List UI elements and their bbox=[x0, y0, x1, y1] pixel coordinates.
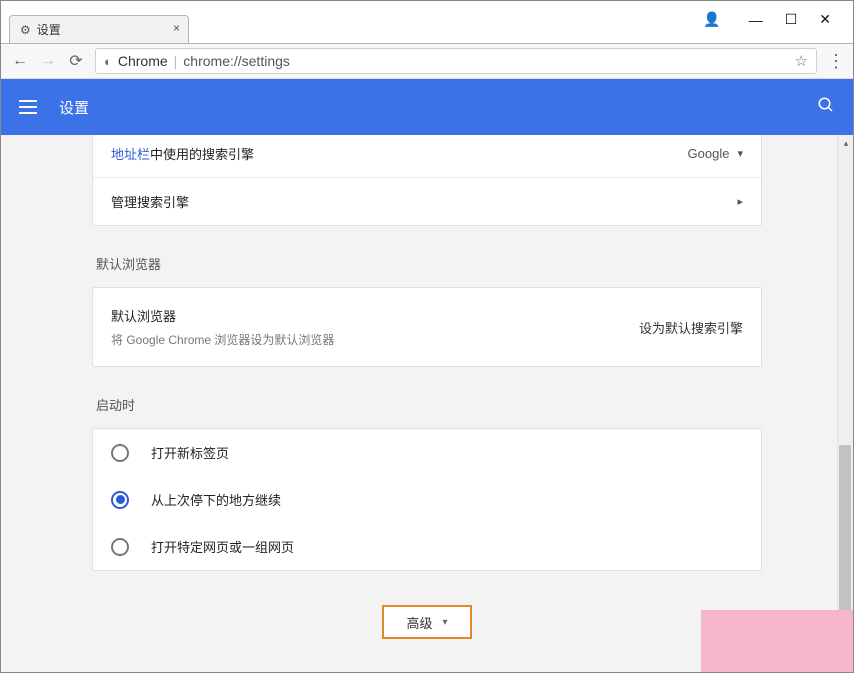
profile-avatar-icon[interactable]: 👤 bbox=[703, 11, 720, 28]
search-engine-dropdown[interactable]: Google ▾ bbox=[688, 146, 743, 161]
advanced-toggle-button[interactable]: 高级 ▾ bbox=[382, 605, 472, 639]
tab-title: 设置 bbox=[37, 21, 61, 38]
startup-option-label: 打开特定网页或一组网页 bbox=[151, 537, 294, 556]
search-engine-card: 地址栏中使用的搜索引擎 Google ▾ 管理搜索引擎 ▸ bbox=[92, 135, 762, 226]
default-browser-card: 默认浏览器 将 Google Chrome 浏览器设为默认浏览器 设为默认搜索引… bbox=[92, 287, 762, 367]
address-bar-link[interactable]: 地址栏 bbox=[111, 147, 150, 162]
omnibox-path: chrome://settings bbox=[183, 53, 290, 69]
window-titlebar: ⚙ 设置 × 👤 — ☐ ✕ bbox=[1, 1, 853, 43]
chevron-right-icon: ▸ bbox=[737, 195, 743, 208]
hamburger-icon[interactable] bbox=[19, 100, 37, 114]
radio-icon bbox=[111, 538, 129, 556]
radio-icon bbox=[111, 491, 129, 509]
default-browser-desc: 将 Google Chrome 浏览器设为默认浏览器 bbox=[111, 331, 334, 348]
tab-close-icon[interactable]: × bbox=[173, 21, 180, 35]
default-browser-subtitle: 默认浏览器 bbox=[111, 306, 334, 325]
chevron-down-icon: ▾ bbox=[442, 617, 447, 628]
site-info-icon[interactable]: ◐ bbox=[104, 54, 112, 69]
startup-card: 打开新标签页 从上次停下的地方继续 打开特定网页或一组网页 bbox=[92, 428, 762, 571]
startup-option-continue[interactable]: 从上次停下的地方继续 bbox=[93, 476, 761, 523]
toolbar: ← → ⟳ ◐ Chrome | chrome://settings ☆ ⋮ bbox=[1, 43, 853, 79]
settings-content: 地址栏中使用的搜索引擎 Google ▾ 管理搜索引擎 ▸ 默认浏览器 bbox=[1, 135, 853, 672]
settings-header: 设置 bbox=[1, 79, 853, 135]
window-minimize-button[interactable]: — bbox=[749, 12, 763, 28]
scrollbar-up-arrow[interactable]: ▴ bbox=[838, 135, 853, 151]
startup-option-label: 打开新标签页 bbox=[151, 443, 229, 462]
startup-section-label: 启动时 bbox=[96, 395, 758, 414]
nav-forward-button[interactable]: → bbox=[39, 52, 57, 70]
window-maximize-button[interactable]: ☐ bbox=[785, 11, 798, 28]
default-browser-row: 默认浏览器 将 Google Chrome 浏览器设为默认浏览器 设为默认搜索引… bbox=[93, 288, 761, 366]
search-engine-label-suffix: 中使用的搜索引擎 bbox=[150, 147, 254, 162]
omnibox-host: Chrome bbox=[118, 53, 168, 69]
browser-tab-settings[interactable]: ⚙ 设置 × bbox=[9, 15, 189, 43]
watermark-overlay bbox=[701, 610, 853, 672]
startup-option-new-tab[interactable]: 打开新标签页 bbox=[93, 429, 761, 476]
search-icon[interactable] bbox=[817, 96, 835, 119]
manage-search-engines-label: 管理搜索引擎 bbox=[111, 192, 189, 211]
omnibox-separator: | bbox=[174, 53, 178, 69]
default-browser-section-label: 默认浏览器 bbox=[96, 254, 758, 273]
window-controls: 👤 — ☐ ✕ bbox=[703, 1, 853, 28]
startup-option-specific-pages[interactable]: 打开特定网页或一组网页 bbox=[93, 523, 761, 570]
manage-search-engines-row[interactable]: 管理搜索引擎 ▸ bbox=[93, 178, 761, 225]
chevron-down-icon: ▾ bbox=[737, 147, 743, 160]
radio-icon bbox=[111, 444, 129, 462]
scrollbar[interactable]: ▴ ▾ bbox=[837, 135, 853, 672]
advanced-label: 高级 bbox=[406, 613, 432, 632]
search-engine-row[interactable]: 地址栏中使用的搜索引擎 Google ▾ bbox=[93, 135, 761, 178]
nav-back-button[interactable]: ← bbox=[11, 52, 29, 70]
omnibox[interactable]: ◐ Chrome | chrome://settings ☆ bbox=[95, 48, 817, 74]
nav-reload-button[interactable]: ⟳ bbox=[67, 51, 85, 71]
window-close-button[interactable]: ✕ bbox=[819, 11, 831, 28]
set-default-button[interactable]: 设为默认搜索引擎 bbox=[639, 318, 743, 337]
search-engine-value: Google bbox=[688, 146, 730, 161]
chrome-menu-button[interactable]: ⋮ bbox=[827, 51, 843, 72]
tab-strip: ⚙ 设置 × bbox=[9, 15, 189, 43]
page-title: 设置 bbox=[59, 97, 89, 118]
bookmark-star-icon[interactable]: ☆ bbox=[795, 52, 808, 70]
gear-icon: ⚙ bbox=[20, 23, 31, 37]
startup-option-label: 从上次停下的地方继续 bbox=[151, 490, 281, 509]
